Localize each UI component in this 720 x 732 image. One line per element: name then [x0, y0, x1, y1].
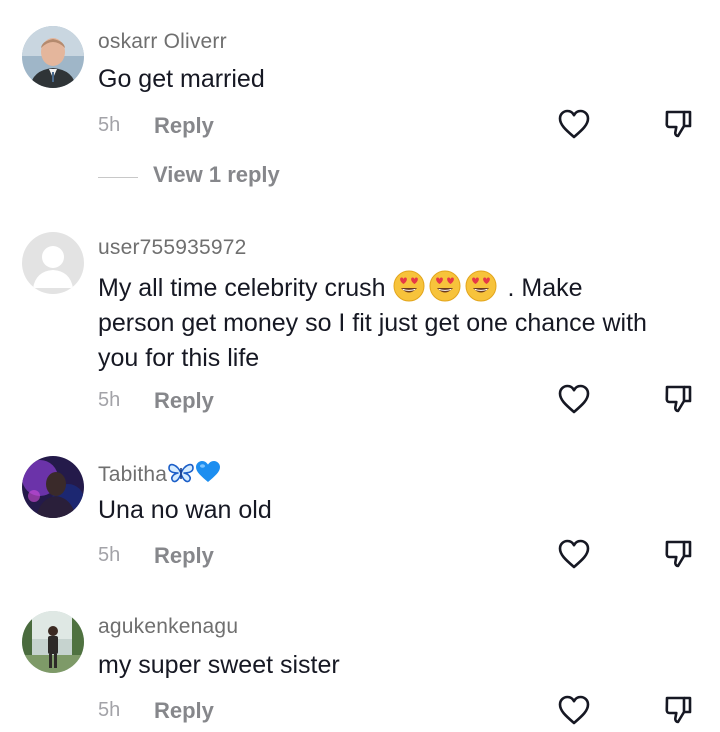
divider [98, 177, 138, 178]
dislike-icon[interactable] [663, 383, 693, 415]
dislike-icon[interactable] [663, 108, 693, 140]
username[interactable]: Tabitha [98, 460, 221, 487]
comment-text: My all time celebrity crush . Make perso… [98, 270, 658, 376]
username[interactable]: agukenkenagu [98, 615, 238, 639]
reply-button[interactable]: Reply [154, 388, 214, 414]
avatar[interactable] [22, 232, 84, 294]
like-heart-icon[interactable] [557, 383, 591, 415]
reply-button[interactable]: Reply [154, 543, 214, 569]
like-heart-icon[interactable] [557, 108, 591, 140]
comment-text: Una no wan old [98, 496, 272, 524]
heart-eyes-emoji [429, 270, 461, 302]
avatar[interactable] [22, 611, 84, 673]
comment-timestamp: 5h [98, 544, 121, 566]
username[interactable]: oskarr Oliverr [98, 30, 227, 54]
avatar[interactable] [22, 456, 84, 518]
reply-button[interactable]: Reply [154, 113, 214, 139]
reply-button[interactable]: Reply [154, 698, 214, 724]
heart-eyes-emoji [393, 270, 425, 302]
butterfly-icon [168, 463, 194, 483]
username-text[interactable]: Tabitha [98, 463, 167, 486]
blue-heart-icon [196, 461, 221, 482]
comment-timestamp: 5h [98, 699, 121, 721]
comment-text: Go get married [98, 65, 265, 93]
dislike-icon[interactable] [663, 538, 693, 570]
comment-text: my super sweet sister [98, 651, 340, 679]
like-heart-icon[interactable] [557, 694, 591, 726]
view-replies-label[interactable]: View 1 reply [153, 162, 280, 188]
comment-text-start: My all time celebrity crush [98, 274, 386, 302]
avatar[interactable] [22, 26, 84, 88]
heart-eyes-emoji [465, 270, 497, 302]
dislike-icon[interactable] [663, 694, 693, 726]
comment-timestamp: 5h [98, 389, 121, 411]
like-heart-icon[interactable] [557, 538, 591, 570]
username[interactable]: user755935972 [98, 236, 247, 260]
comment-timestamp: 5h [98, 114, 121, 136]
